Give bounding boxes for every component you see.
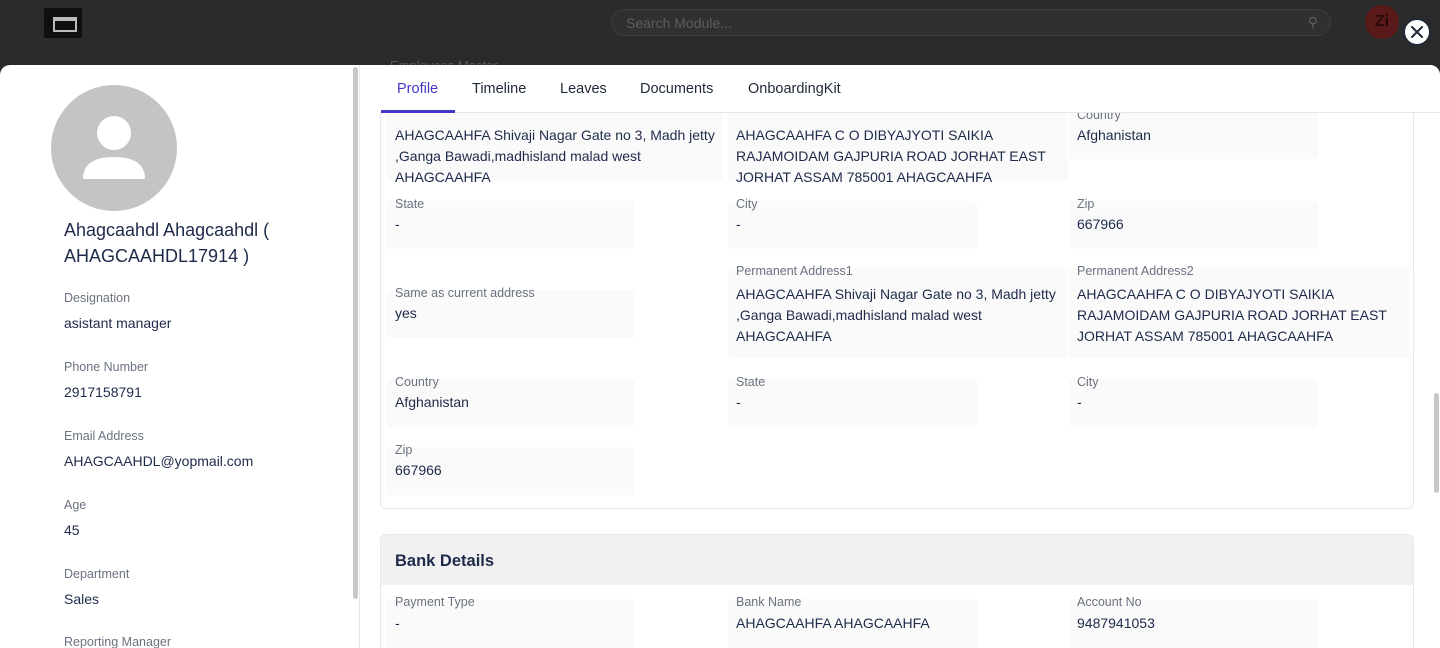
field-value: asistant manager — [64, 315, 172, 331]
active-tab-indicator — [381, 110, 455, 113]
close-modal-button[interactable] — [1403, 18, 1431, 46]
address-card: AHAGCAAHFA Shivaji Nagar Gate no 3, Madh… — [380, 113, 1414, 509]
country-value: Afghanistan — [1077, 127, 1151, 143]
bank-name-label: Bank Name — [736, 595, 802, 609]
country-cell: Country Afghanistan — [1069, 113, 1318, 159]
app-header: Search Module... ⚲ Zi — [0, 0, 1440, 45]
permanent-country-value: Afghanistan — [395, 394, 469, 410]
permanent-zip-cell: Zip 667966 — [387, 443, 635, 495]
designation-field: Designation asistant manager — [64, 291, 171, 331]
tab-timeline[interactable]: Timeline — [472, 81, 526, 97]
zip-label: Zip — [1077, 197, 1095, 211]
phone-field: Phone Number 2917158791 — [64, 360, 148, 400]
permanent-state-value: - — [736, 394, 741, 410]
tab-onboardingkit[interactable]: OnboardingKit — [748, 81, 841, 97]
user-avatar: Zi — [1365, 5, 1399, 39]
permanent-state-label: State — [736, 375, 766, 389]
field-value: Sales — [64, 591, 100, 607]
tab-documents[interactable]: Documents — [640, 81, 713, 97]
bank-name-cell: Bank Name AHAGCAAHFA AHAGCAAHFA — [728, 595, 977, 648]
same-as-current-label: Same as current address — [395, 286, 535, 300]
permanent-zip-label: Zip — [395, 443, 413, 457]
employee-name: Ahagcaahdl Ahagcaahdl ( AHAGCAAHDL17914 … — [64, 220, 270, 266]
same-as-current-value: yes — [395, 305, 417, 321]
permanent-zip-value: 667966 — [395, 462, 442, 478]
payment-type-value: - — [395, 615, 400, 631]
avatar-placeholder-icon — [51, 85, 177, 211]
field-label: Designation — [64, 291, 131, 305]
permanent-address2-label: Permanent Address2 — [1077, 264, 1194, 278]
zip-cell: Zip 667966 — [1069, 197, 1318, 249]
bank-details-header: Bank Details — [381, 535, 1413, 585]
current-address1-value: AHAGCAAHFA Shivaji Nagar Gate no 3, Madh… — [395, 127, 715, 185]
field-label: Department — [64, 567, 130, 581]
bank-name-value: AHAGCAAHFA AHAGCAAHFA — [736, 615, 930, 631]
permanent-address2-cell: Permanent Address2 AHAGCAAHFA C O DIBYAJ… — [1069, 264, 1410, 358]
age-field: Age 45 — [64, 498, 86, 538]
department-field: Department Sales — [64, 567, 129, 607]
zip-value: 667966 — [1077, 216, 1124, 232]
permanent-address1-value: AHAGCAAHFA Shivaji Nagar Gate no 3, Madh… — [736, 286, 1056, 344]
account-no-cell: Account No 9487941053 — [1069, 595, 1318, 648]
payment-type-cell: Payment Type - — [387, 595, 635, 648]
permanent-state-cell: State - — [728, 375, 977, 427]
field-label: Reporting Manager — [64, 635, 172, 648]
country-label: Country — [1077, 113, 1121, 122]
reporting-manager-field: Reporting Manager — [64, 635, 171, 648]
permanent-address1-cell: Permanent Address1 AHAGCAAHFA Shivaji Na… — [728, 264, 1068, 358]
permanent-address2-value: AHAGCAAHFA C O DIBYAJYOTI SAIKIA RAJAMOI… — [1077, 286, 1387, 344]
close-icon — [1411, 26, 1423, 38]
city-value: - — [736, 216, 741, 232]
bank-details-card: Bank Details Payment Type - Bank Name AH… — [380, 534, 1414, 648]
bank-details-title: Bank Details — [395, 552, 495, 570]
current-address2-value: AHAGCAAHFA C O DIBYAJYOTI SAIKIA RAJAMOI… — [736, 127, 1046, 185]
field-value: 2917158791 — [64, 384, 142, 400]
permanent-city-label: City — [1077, 375, 1099, 389]
content-scrollbar[interactable] — [1434, 393, 1439, 493]
account-no-value: 9487941053 — [1077, 615, 1155, 631]
permanent-country-cell: Country Afghanistan — [387, 375, 635, 427]
tab-profile[interactable]: Profile — [397, 81, 438, 97]
field-label: Email Address — [64, 429, 144, 443]
search-input: Search Module... ⚲ — [611, 9, 1331, 36]
same-as-current-cell: Same as current address yes — [387, 286, 635, 338]
current-address1-cell: AHAGCAAHFA Shivaji Nagar Gate no 3, Madh… — [387, 113, 723, 185]
tab-leaves[interactable]: Leaves — [560, 81, 607, 97]
current-address2-cell: AHAGCAAHFA C O DIBYAJYOTI SAIKIA RAJAMOI… — [728, 113, 1068, 185]
search-icon: ⚲ — [1307, 14, 1318, 30]
field-value: AHAGCAAHDL@yopmail.com — [64, 453, 254, 469]
profile-tabs: Profile Timeline Leaves Documents Onboar… — [380, 65, 1440, 113]
employee-profile-modal: Ahagcaahdl Ahagcaahdl ( AHAGCAAHDL17914 … — [0, 65, 1440, 648]
app-logo — [44, 8, 82, 38]
permanent-city-cell: City - — [1069, 375, 1318, 427]
field-label: Age — [64, 498, 87, 512]
profile-sidebar: Ahagcaahdl Ahagcaahdl ( AHAGCAAHDL17914 … — [0, 65, 360, 648]
permanent-city-value: - — [1077, 394, 1082, 410]
search-placeholder: Search Module... — [626, 15, 732, 31]
profile-content: AHAGCAAHFA Shivaji Nagar Gate no 3, Madh… — [380, 113, 1414, 648]
sidebar-scrollbar[interactable] — [353, 67, 358, 599]
field-label: Phone Number — [64, 360, 149, 374]
field-value: 45 — [64, 522, 80, 538]
city-label: City — [736, 197, 758, 211]
state-value: - — [395, 216, 400, 232]
state-cell: State - — [387, 197, 635, 249]
permanent-address1-label: Permanent Address1 — [736, 264, 853, 278]
city-cell: City - — [728, 197, 977, 249]
email-field: Email Address AHAGCAAHDL@yopmail.com — [64, 429, 253, 469]
permanent-country-label: Country — [395, 375, 439, 389]
account-no-label: Account No — [1077, 595, 1142, 609]
state-label: State — [395, 197, 425, 211]
payment-type-label: Payment Type — [395, 595, 475, 609]
